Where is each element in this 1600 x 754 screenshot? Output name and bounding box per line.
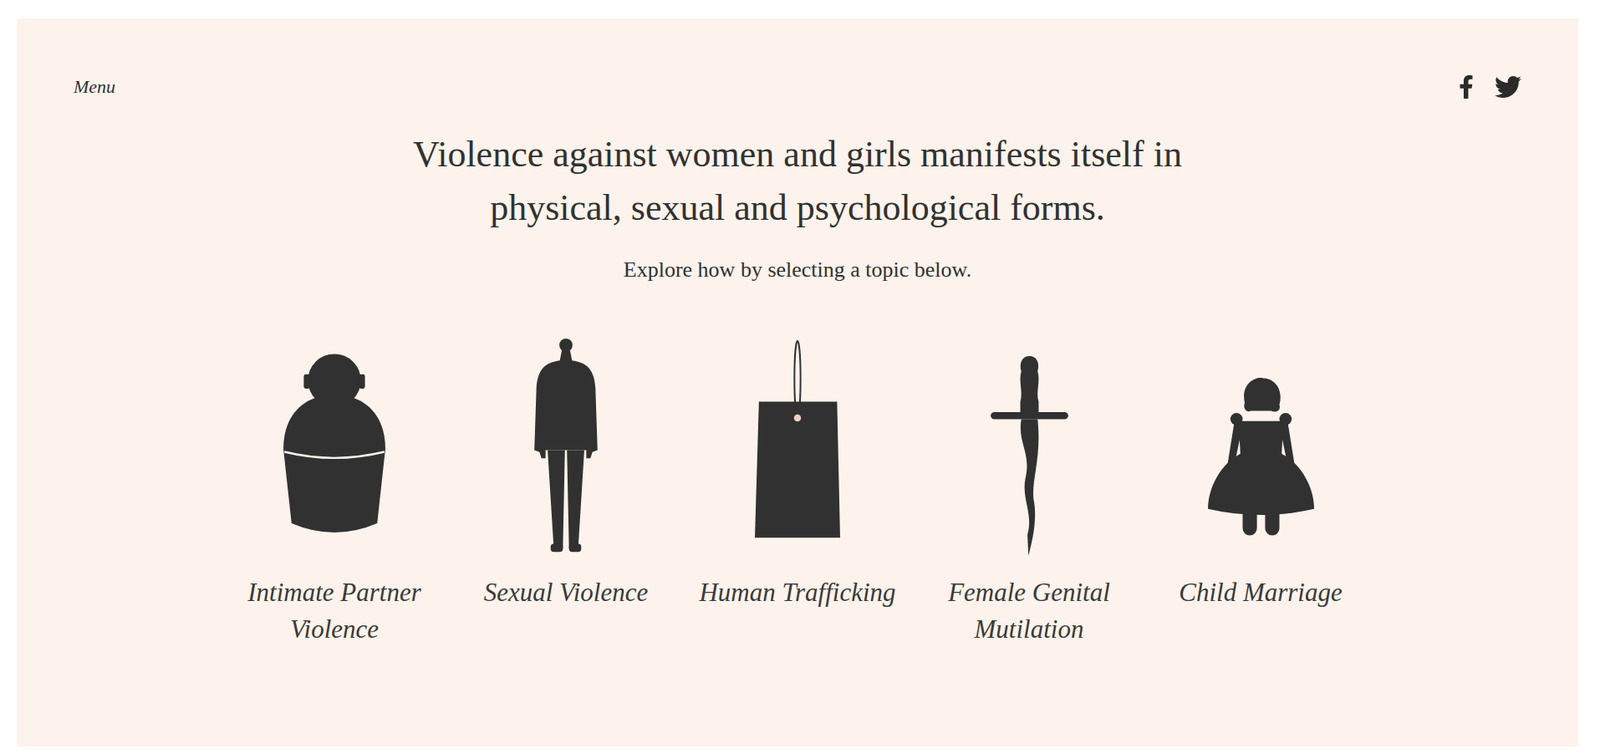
social-links [1454, 73, 1522, 101]
header: Menu [73, 70, 1522, 104]
figure-icon [533, 337, 599, 555]
topic-label[interactable]: Intimate Partner Violence [234, 574, 435, 648]
topic-item[interactable]: Intimate Partner Violence [234, 334, 435, 648]
topic-label[interactable]: Child Marriage [1178, 574, 1342, 612]
topic-label[interactable]: Female Genital Mutilation [928, 574, 1130, 648]
topic-icon-area [533, 334, 599, 556]
topic-icon-area [754, 334, 841, 556]
facebook-icon[interactable] [1454, 75, 1478, 99]
page: Menu Violence against women and girls man… [0, 0, 1600, 754]
headline: Violence against women and girls manifes… [412, 127, 1183, 235]
topic-label[interactable]: Human Trafficking [698, 574, 896, 612]
tag-icon [754, 339, 841, 540]
content-panel: Menu Violence against women and girls man… [16, 18, 1579, 747]
topic-item[interactable]: Human Trafficking [697, 334, 898, 648]
headline-line: physical, sexual and psychological forms… [412, 181, 1183, 235]
menu-link[interactable]: Menu [73, 76, 116, 98]
headline-line: Violence against women and girls manifes… [412, 127, 1183, 182]
twitter-icon[interactable] [1494, 73, 1522, 101]
topic-icon-area [990, 334, 1069, 556]
topic-list: Intimate Partner Violence Sexual Violence… [234, 334, 1361, 648]
dagger-icon [990, 356, 1069, 556]
topic-item[interactable]: Female Genital Mutilation [928, 334, 1130, 648]
doll-icon [1207, 376, 1315, 538]
subtitle: Explore how by selecting a topic below. [623, 254, 972, 286]
topic-item[interactable]: Child Marriage [1160, 334, 1361, 648]
topic-icon-area [283, 334, 386, 556]
topic-label[interactable]: Sexual Violence [484, 574, 649, 612]
topic-icon-area [1207, 334, 1315, 556]
jar-icon [283, 351, 386, 538]
topic-item[interactable]: Sexual Violence [465, 334, 667, 648]
